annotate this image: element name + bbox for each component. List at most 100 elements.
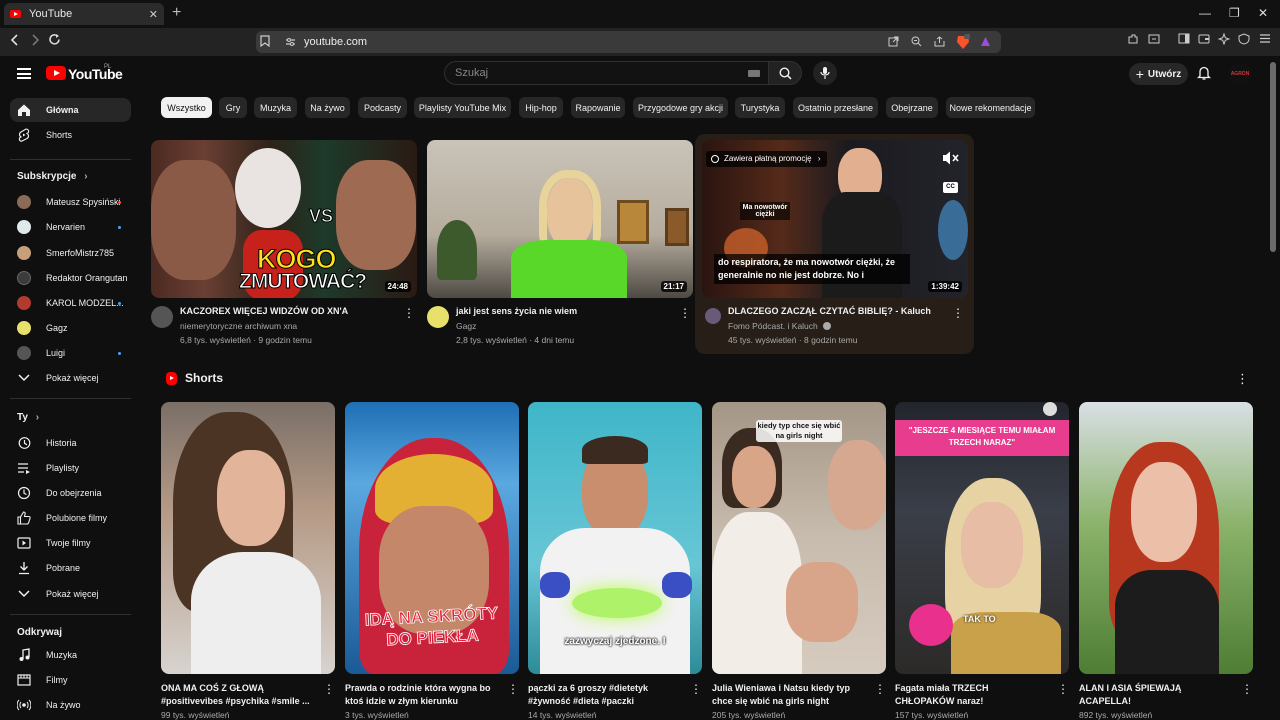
vpn-icon[interactable] [1238, 33, 1250, 48]
more-options-icon[interactable]: ⋮ [507, 682, 519, 696]
forward-icon[interactable] [29, 33, 41, 50]
leo-ai-icon[interactable] [1217, 32, 1231, 48]
sidebar-item-subscription[interactable]: KAROL MODZEL... [10, 291, 131, 315]
sidebar-item-subscription[interactable]: Mateusz Spysiński [10, 190, 131, 214]
open-in-app-icon[interactable] [888, 36, 899, 50]
short-thumbnail[interactable] [1079, 402, 1253, 674]
video-title[interactable]: DLACZEGO ZACZĄŁ CZYTAĆ BIBLIĘ? - Kaluch [728, 306, 931, 316]
sidebar-item-shorts[interactable]: Shorts [10, 123, 131, 147]
sidebar-item-films[interactable]: Filmy [10, 668, 131, 692]
notifications-bell-icon[interactable] [1196, 65, 1212, 86]
new-tab-button[interactable]: + [172, 4, 181, 22]
sidebar-item-liked[interactable]: Polubione filmy [10, 506, 131, 530]
chip-new-to-you[interactable]: Nowe rekomendacje [946, 97, 1035, 118]
more-options-icon[interactable]: ⋮ [1057, 682, 1069, 696]
sidebar-item-watch-later[interactable]: Do obejrzenia [10, 481, 131, 505]
sidebar-item-home[interactable]: Główna [10, 98, 131, 122]
more-options-icon[interactable]: ⋮ [323, 682, 335, 696]
tab-close-icon[interactable]: ✕ [149, 8, 158, 21]
sidebar-item-subscription[interactable]: Redaktor Orangutan [10, 266, 131, 290]
sidebar-item-subscription[interactable]: Nervarien [10, 215, 131, 239]
paid-promotion-badge[interactable]: Zawiera płatną promocję › [706, 151, 827, 167]
sidebar-item-subscription[interactable]: SmerfoMistrz785 [10, 241, 131, 265]
channel-avatar[interactable] [705, 308, 721, 324]
more-options-icon[interactable]: ⋮ [679, 306, 691, 320]
account-avatar[interactable]: AGRON [1228, 62, 1252, 86]
video-card[interactable]: Zawiera płatną promocję › CC Ma nowotwór… [702, 140, 968, 345]
mute-icon[interactable] [942, 150, 960, 166]
short-title[interactable]: Fagata miała TRZECH CHŁOPAKÓW naraz! [895, 682, 1050, 707]
chip-tourism[interactable]: Turystyka [735, 97, 785, 118]
reload-icon[interactable] [48, 33, 61, 50]
more-options-icon[interactable]: ⋮ [403, 306, 415, 320]
site-settings-icon[interactable] [285, 36, 296, 50]
chip-recently-uploaded[interactable]: Ostatnio przesłane [793, 97, 878, 118]
short-thumbnail[interactable]: "JESZCZE 4 MIESIĄCE TEMU MIAŁAM TRZECH N… [895, 402, 1069, 674]
bookmark-icon[interactable] [260, 35, 270, 50]
chip-music[interactable]: Muzyka [254, 97, 297, 118]
sidebar-item-playlists[interactable]: Playlisty [10, 456, 131, 480]
chip-youtube-mix[interactable]: Playlisty YouTube Mix [414, 97, 511, 118]
subscriptions-heading[interactable]: Subskrypcje › [17, 171, 88, 182]
wallet-extension-icon[interactable] [1148, 33, 1160, 48]
chip-hip-hop[interactable]: Hip-hop [519, 97, 563, 118]
youtube-logo-text[interactable]: YouTube [68, 66, 123, 82]
back-icon[interactable] [9, 33, 21, 50]
video-title[interactable]: KACZOREX WIĘCEJ WIDZÓW OD XN'A [180, 306, 348, 316]
voice-search-button[interactable] [813, 61, 837, 85]
channel-avatar[interactable] [427, 306, 449, 328]
browser-tab[interactable]: YouTube ✕ [4, 3, 164, 25]
captions-icon[interactable]: CC [943, 182, 958, 193]
brave-rewards-icon[interactable] [980, 36, 991, 50]
wallet-icon[interactable] [1198, 33, 1210, 47]
more-options-icon[interactable]: ⋮ [874, 682, 886, 696]
youtube-logo-icon[interactable] [46, 66, 66, 80]
sidebar-item-music[interactable]: Muzyka [10, 643, 131, 667]
chip-podcasts[interactable]: Podcasty [358, 97, 407, 118]
menu-icon[interactable] [1259, 33, 1271, 47]
show-more-subscriptions[interactable]: Pokaż więcej [10, 366, 131, 390]
create-button[interactable]: + Utwórz [1129, 63, 1188, 85]
page-scrollbar[interactable] [1270, 62, 1276, 252]
short-thumbnail[interactable]: IDĄ NA SKRÓTY DO PIEKŁA [345, 402, 519, 674]
sidebar-item-history[interactable]: Historia [10, 431, 131, 455]
chip-action-adventure[interactable]: Przygodowe gry akcji [633, 97, 728, 118]
show-more-you[interactable]: Pokaż więcej [10, 582, 131, 606]
short-thumbnail[interactable]: kiedy typ chce się wbić na girls night [712, 402, 886, 674]
short-title[interactable]: pączki za 6 groszy #dietetyk #żywność #d… [528, 682, 683, 707]
short-title[interactable]: ALAN I ASIA ŚPIEWAJĄ ACAPELLA! [1079, 682, 1234, 707]
maximize-icon[interactable]: ❐ [1229, 6, 1240, 20]
video-thumbnail[interactable]: Zawiera płatną promocję › CC Ma nowotwór… [702, 140, 968, 298]
video-thumbnail[interactable]: 21:17 [427, 140, 693, 298]
chip-games[interactable]: Gry [219, 97, 247, 118]
search-box[interactable] [444, 61, 769, 85]
chip-watched[interactable]: Obejrzane [886, 97, 938, 118]
zoom-icon[interactable] [911, 36, 922, 50]
search-input[interactable] [455, 67, 735, 79]
short-thumbnail[interactable] [161, 402, 335, 674]
search-button[interactable] [768, 61, 802, 85]
share-icon[interactable] [934, 36, 945, 50]
window-close-icon[interactable]: ✕ [1258, 6, 1268, 20]
short-title[interactable]: Prawda o rodzinie która wygna bo ktoś id… [345, 682, 500, 707]
channel-avatar[interactable] [151, 306, 173, 328]
video-card[interactable]: VS KOGO ZMUTOWAĆ? 24:48 KACZOREX WIĘCEJ … [151, 140, 417, 345]
video-title[interactable]: jaki jest sens życia nie wiem [456, 306, 577, 316]
more-options-icon[interactable]: ⋮ [690, 682, 702, 696]
video-card[interactable]: 21:17 jaki jest sens życia nie wiem Gagz… [427, 140, 693, 345]
keyboard-icon[interactable] [748, 70, 760, 77]
sidebar-item-live[interactable]: Na żywo [10, 693, 131, 717]
guide-menu-icon[interactable] [17, 68, 31, 79]
sidebar-item-your-videos[interactable]: Twoje filmy [10, 531, 131, 555]
sidebar-item-subscription[interactable]: Gagz [10, 316, 131, 340]
minimize-icon[interactable]: — [1199, 6, 1211, 20]
more-options-icon[interactable]: ⋮ [1241, 682, 1253, 696]
extensions-icon[interactable] [1127, 33, 1139, 48]
shelf-more-options-icon[interactable]: ⋮ [1236, 371, 1249, 387]
chip-live[interactable]: Na żywo [305, 97, 350, 118]
address-bar[interactable]: youtube.com [256, 31, 1001, 53]
video-channel[interactable]: Gagz [456, 321, 476, 331]
chip-rap[interactable]: Rapowanie [571, 97, 625, 118]
you-heading[interactable]: Ty › [17, 412, 39, 423]
short-title[interactable]: ONA MA COŚ Z GŁOWĄ #positivevibes #psych… [161, 682, 316, 707]
